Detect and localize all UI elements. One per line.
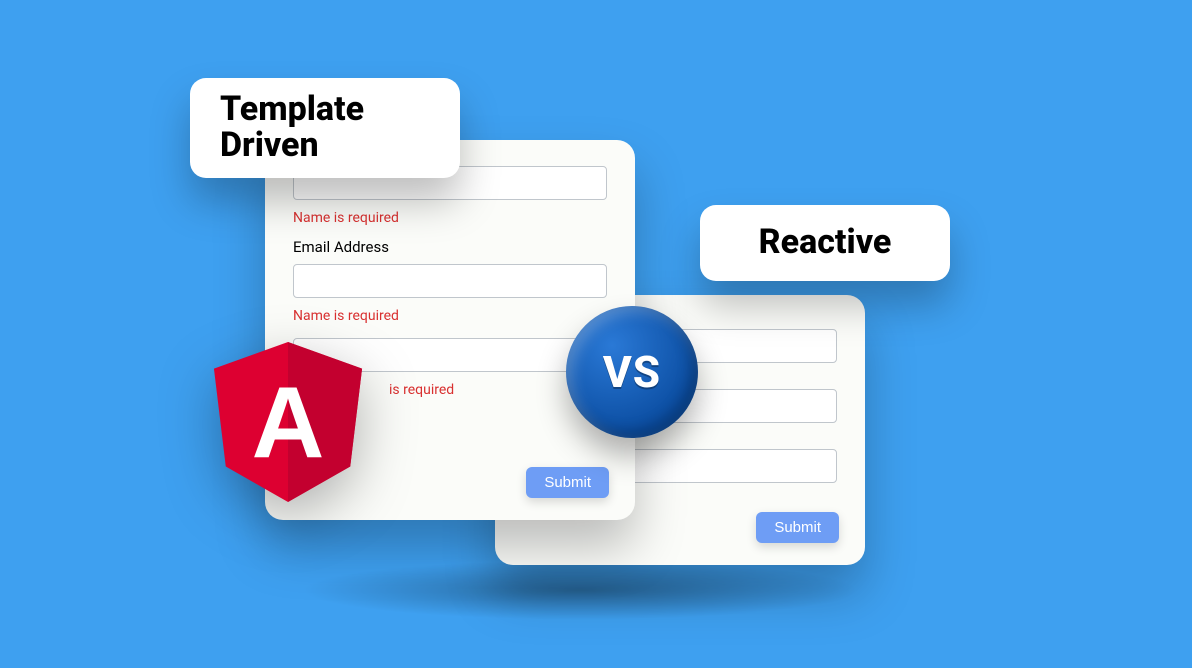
template-error-name: Name is required [293, 210, 607, 226]
ground-shadow [300, 560, 860, 620]
template-input-email[interactable] [293, 264, 607, 298]
angular-letter: A [252, 368, 325, 480]
template-driven-label: TemplateDriven [220, 92, 364, 163]
reactive-label: Reactive [759, 225, 892, 261]
reactive-pill: Reactive [700, 205, 950, 281]
reactive-submit-button[interactable]: Submit [756, 512, 839, 543]
template-label-email: Email Address [293, 238, 607, 256]
template-driven-pill: TemplateDriven [190, 78, 460, 178]
template-submit-button[interactable]: Submit [526, 467, 609, 498]
vs-badge: VS [566, 306, 698, 438]
template-error-email: Name is required [293, 308, 607, 324]
angular-logo-icon: A [213, 342, 363, 502]
vs-label: VS [603, 346, 661, 398]
